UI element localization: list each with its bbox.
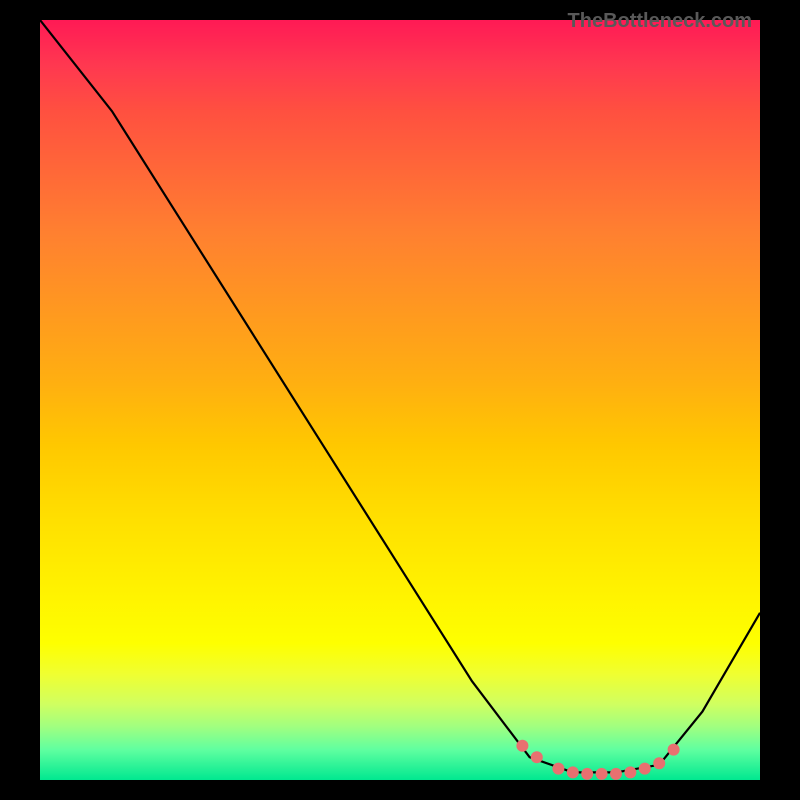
chart-svg: [40, 20, 760, 780]
optimal-dot: [552, 763, 564, 775]
chart-plot-area: [40, 20, 760, 780]
optimal-dot: [581, 768, 593, 780]
watermark-text: TheBottleneck.com: [568, 10, 752, 33]
optimal-dot: [639, 763, 651, 775]
bottleneck-curve-line: [40, 20, 760, 772]
optimal-dot: [531, 751, 543, 763]
optimal-dot: [610, 768, 622, 780]
optimal-dot: [516, 740, 528, 752]
optimal-dot: [624, 766, 636, 778]
optimal-dot: [668, 744, 680, 756]
optimal-dot: [567, 766, 579, 778]
optimal-dot: [653, 757, 665, 769]
optimal-range-dots: [516, 740, 679, 780]
optimal-dot: [596, 768, 608, 780]
